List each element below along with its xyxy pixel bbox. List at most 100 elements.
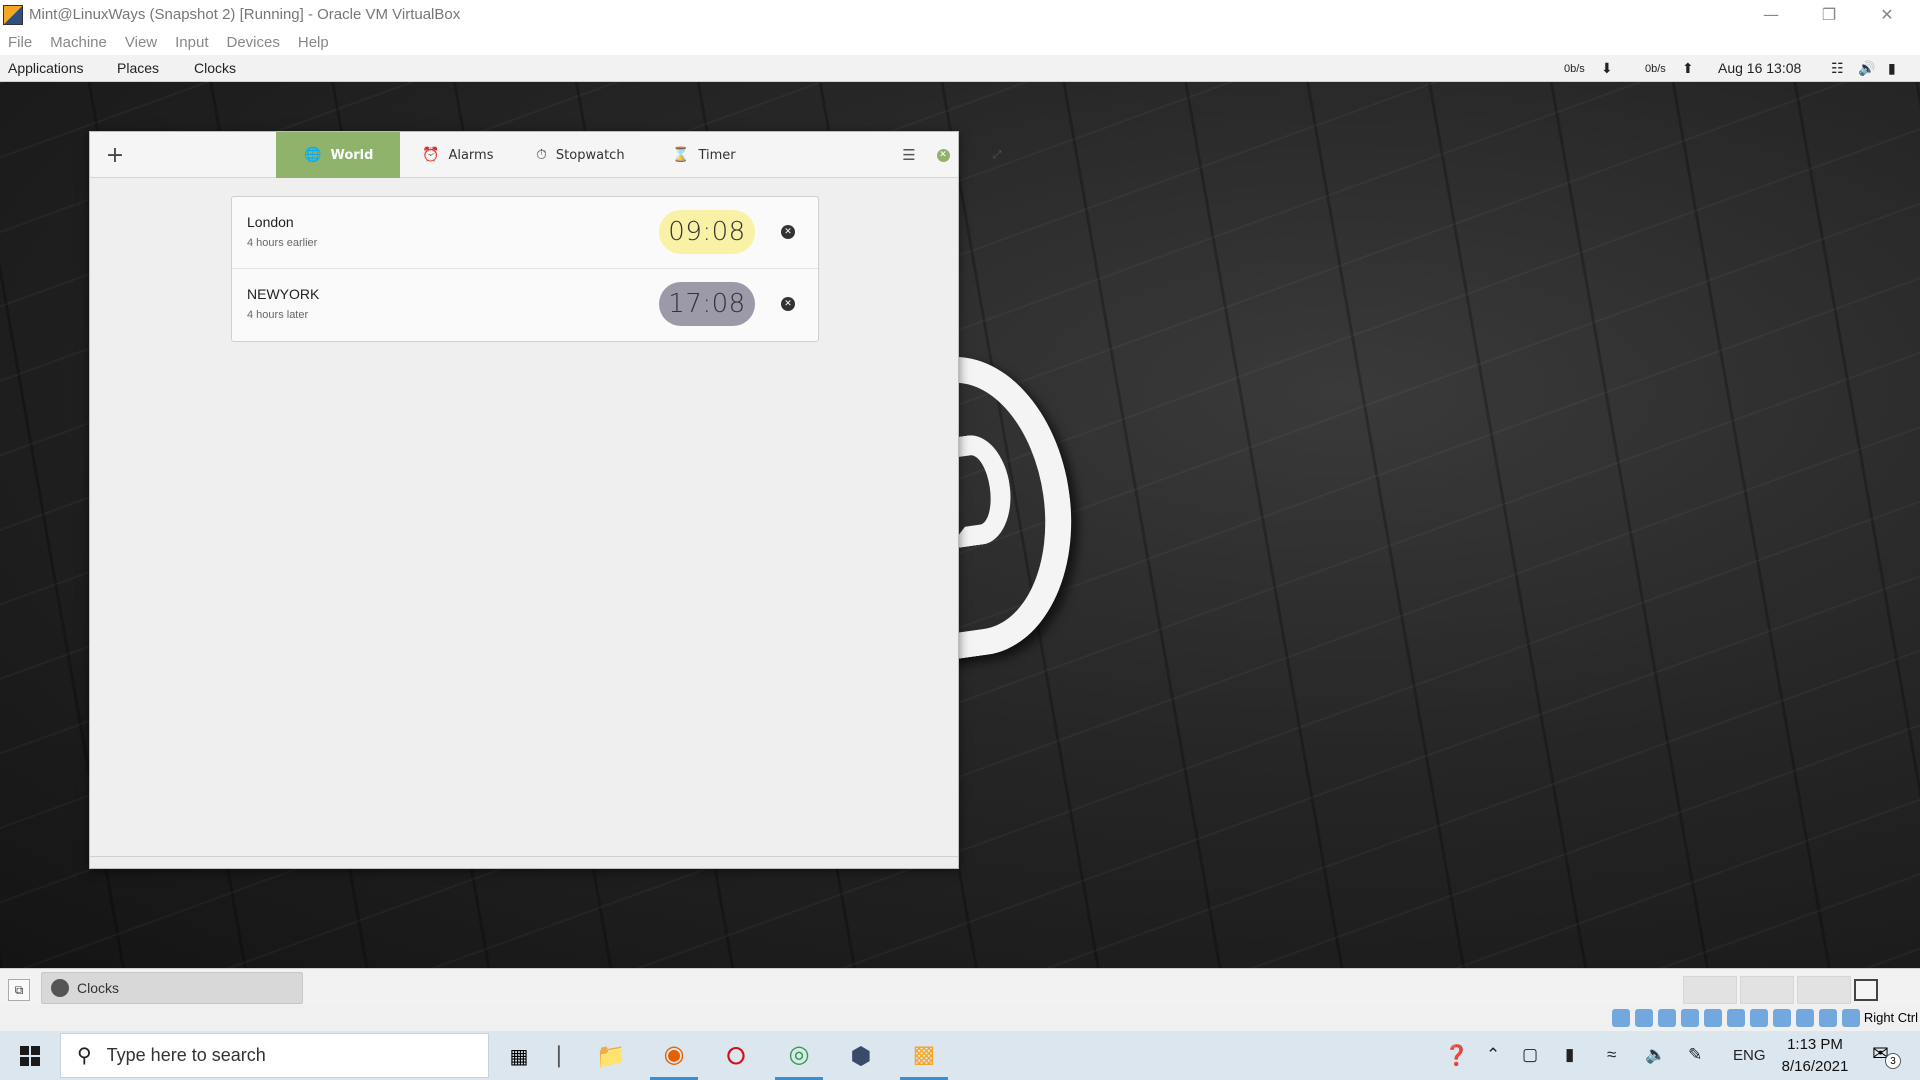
guest-bottom-panel: ⧉ Clocks — [0, 968, 1920, 1010]
notification-count-badge: 3 — [1885, 1053, 1901, 1069]
shared-folders-icon[interactable] — [1727, 1009, 1745, 1027]
taskbar-window-clocks[interactable]: Clocks — [41, 972, 303, 1004]
hourglass-icon: ⌛ — [672, 147, 690, 163]
host-key-label: Right Ctrl — [1863, 1010, 1918, 1025]
network-adapter-icon[interactable] — [1681, 1009, 1699, 1027]
battery-tray-icon[interactable]: ▮ — [1565, 1045, 1574, 1065]
panel-datetime[interactable]: Aug 16 13:08 — [1718, 60, 1801, 76]
show-desktop-icon[interactable]: ⧉ — [8, 979, 30, 1001]
minimize-button[interactable]: — — [1742, 0, 1800, 29]
world-clock-row-london[interactable]: London 4 hours earlier 09:08 ✕ — [232, 197, 818, 269]
search-icon: ⚲ — [77, 1045, 92, 1067]
applications-menu[interactable]: Applications — [8, 60, 84, 76]
mouse-integration-icon[interactable] — [1819, 1009, 1837, 1027]
world-clock-row-newyork[interactable]: NEWYORK 4 hours later 17:08 ✕ — [232, 269, 818, 341]
chrome-icon[interactable]: ◎ — [775, 1031, 823, 1080]
tab-world[interactable]: 🌐 World — [276, 132, 400, 178]
speaker-icon[interactable]: 🔈 — [1645, 1045, 1666, 1065]
virtualbox-menu-bar: File Machine View Input Devices Help — [0, 29, 1920, 55]
restore-button[interactable]: ❐ — [1800, 0, 1858, 29]
opera-icon[interactable]: ⭘ — [712, 1031, 760, 1080]
wifi-icon[interactable]: ≈ — [1607, 1045, 1616, 1065]
remove-clock-button[interactable]: ✕ — [781, 297, 795, 311]
search-placeholder: Type here to search — [106, 1045, 266, 1065]
net-download-speed: 0b/s — [1564, 63, 1585, 75]
workspace-1[interactable] — [1683, 976, 1737, 1004]
menu-hamburger-icon[interactable]: ☰ — [894, 132, 924, 178]
taskbar-date: 8/16/2021 — [1781, 1058, 1849, 1075]
workspace-4-active[interactable] — [1854, 979, 1878, 1001]
virtualbox-app-icon — [3, 4, 23, 25]
city-name: London — [247, 214, 294, 230]
taskbar-search-box[interactable]: ⚲ Type here to search — [60, 1033, 489, 1078]
taskbar-divider-icon: ❘ — [549, 1043, 569, 1068]
guest-screen: Applications Places Clocks 0b/s ⬇ 0b/s ⬆… — [0, 55, 1920, 968]
task-label: Clocks — [77, 980, 120, 996]
virtualbox-taskbar-icon[interactable]: ⬢ — [837, 1031, 885, 1080]
keyboard-icon[interactable] — [1842, 1009, 1860, 1027]
file-explorer-icon[interactable]: 📁 — [587, 1031, 635, 1080]
stopwatch-icon: ⏱ — [536, 147, 547, 163]
menu-help[interactable]: Help — [298, 34, 329, 51]
usb-icon[interactable] — [1704, 1009, 1722, 1027]
close-icon: ✕ — [936, 148, 950, 162]
menu-devices[interactable]: Devices — [227, 34, 280, 51]
taskbar-time: 1:13 PM — [1787, 1036, 1843, 1053]
tab-label: Alarms — [448, 147, 494, 163]
tab-stopwatch[interactable]: ⏱ Stopwatch — [524, 132, 654, 178]
virtualbox-vm-icon[interactable]: ▩ — [900, 1031, 948, 1080]
network-icon[interactable]: ☷ — [1831, 60, 1844, 77]
close-button[interactable]: ✕ — [1858, 0, 1916, 29]
start-button[interactable] — [0, 1031, 60, 1080]
menu-view[interactable]: View — [125, 34, 157, 51]
menu-input[interactable]: Input — [175, 34, 208, 51]
display-icon[interactable] — [1750, 1009, 1768, 1027]
close-window-button[interactable]: ✕ — [930, 132, 956, 178]
security-icon[interactable]: ▢ — [1522, 1045, 1538, 1065]
net-upload-speed: 0b/s — [1645, 63, 1666, 75]
pen-icon[interactable]: ✎ — [1688, 1045, 1702, 1065]
remove-clock-button[interactable]: ✕ — [781, 225, 795, 239]
menu-machine[interactable]: Machine — [50, 34, 107, 51]
volume-icon[interactable]: 🔊 — [1858, 60, 1875, 77]
menu-file[interactable]: File — [8, 34, 32, 51]
taskbar-clock[interactable]: 1:13 PM 8/16/2021 — [1760, 1034, 1870, 1078]
cpu-icon[interactable] — [1796, 1009, 1814, 1027]
tab-timer[interactable]: ⌛ Timer — [658, 132, 768, 178]
time-offset: 4 hours earlier — [247, 237, 318, 249]
time-pill-night: 17:08 — [659, 282, 755, 326]
clocks-header-bar: + 🌐 World ⏰ Alarms ⏱ Stopwatch ⌛ Timer ☰… — [90, 132, 1001, 178]
show-hidden-icons-chevron-icon[interactable]: ⌃ — [1486, 1045, 1500, 1065]
clocks-app-icon — [51, 979, 69, 997]
time-pill-day: 09:08 — [659, 210, 755, 254]
tab-label: Timer — [698, 147, 736, 163]
recording-icon[interactable] — [1773, 1009, 1791, 1027]
workspace-3[interactable] — [1797, 976, 1851, 1004]
city-name: NEWYORK — [247, 286, 320, 302]
time-offset: 4 hours later — [247, 309, 309, 321]
alarm-clock-icon: ⏰ — [422, 147, 440, 163]
tab-alarms[interactable]: ⏰ Alarms — [410, 132, 520, 178]
workspace-2[interactable] — [1740, 976, 1794, 1004]
window-title: Mint@LinuxWays (Snapshot 2) [Running] - … — [29, 6, 461, 23]
world-clock-list: London 4 hours earlier 09:08 ✕ NEWYORK 4… — [231, 196, 819, 342]
hard-disk-icon[interactable] — [1612, 1009, 1630, 1027]
device-status-icons — [1607, 1009, 1860, 1027]
windows-taskbar: ⚲ Type here to search ▦ ❘ 📁 ◉ ⭘ ◎ ⬢ ▩ ❓ … — [0, 1031, 1920, 1080]
upload-arrow-icon: ⬆ — [1682, 60, 1694, 76]
audio-icon[interactable] — [1658, 1009, 1676, 1027]
optical-drive-icon[interactable] — [1635, 1009, 1653, 1027]
places-menu[interactable]: Places — [117, 60, 159, 76]
clocks-window: + 🌐 World ⏰ Alarms ⏱ Stopwatch ⌛ Timer ☰… — [89, 131, 1001, 869]
help-icon[interactable]: ❓ — [1444, 1043, 1469, 1068]
clocks-app-menu[interactable]: Clocks — [194, 60, 236, 76]
firefox-icon[interactable]: ◉ — [650, 1031, 698, 1080]
top-panel: Applications Places Clocks 0b/s ⬇ 0b/s ⬆… — [0, 55, 1920, 82]
add-world-clock-button[interactable]: + — [90, 132, 140, 178]
download-arrow-icon: ⬇ — [1601, 60, 1613, 76]
tab-label: World — [330, 147, 374, 163]
tab-label: Stopwatch — [555, 147, 625, 163]
battery-icon[interactable]: ▮ — [1888, 60, 1896, 77]
globe-icon: 🌐 — [304, 147, 322, 163]
maximize-window-button[interactable]: ⤢ — [982, 132, 1012, 178]
